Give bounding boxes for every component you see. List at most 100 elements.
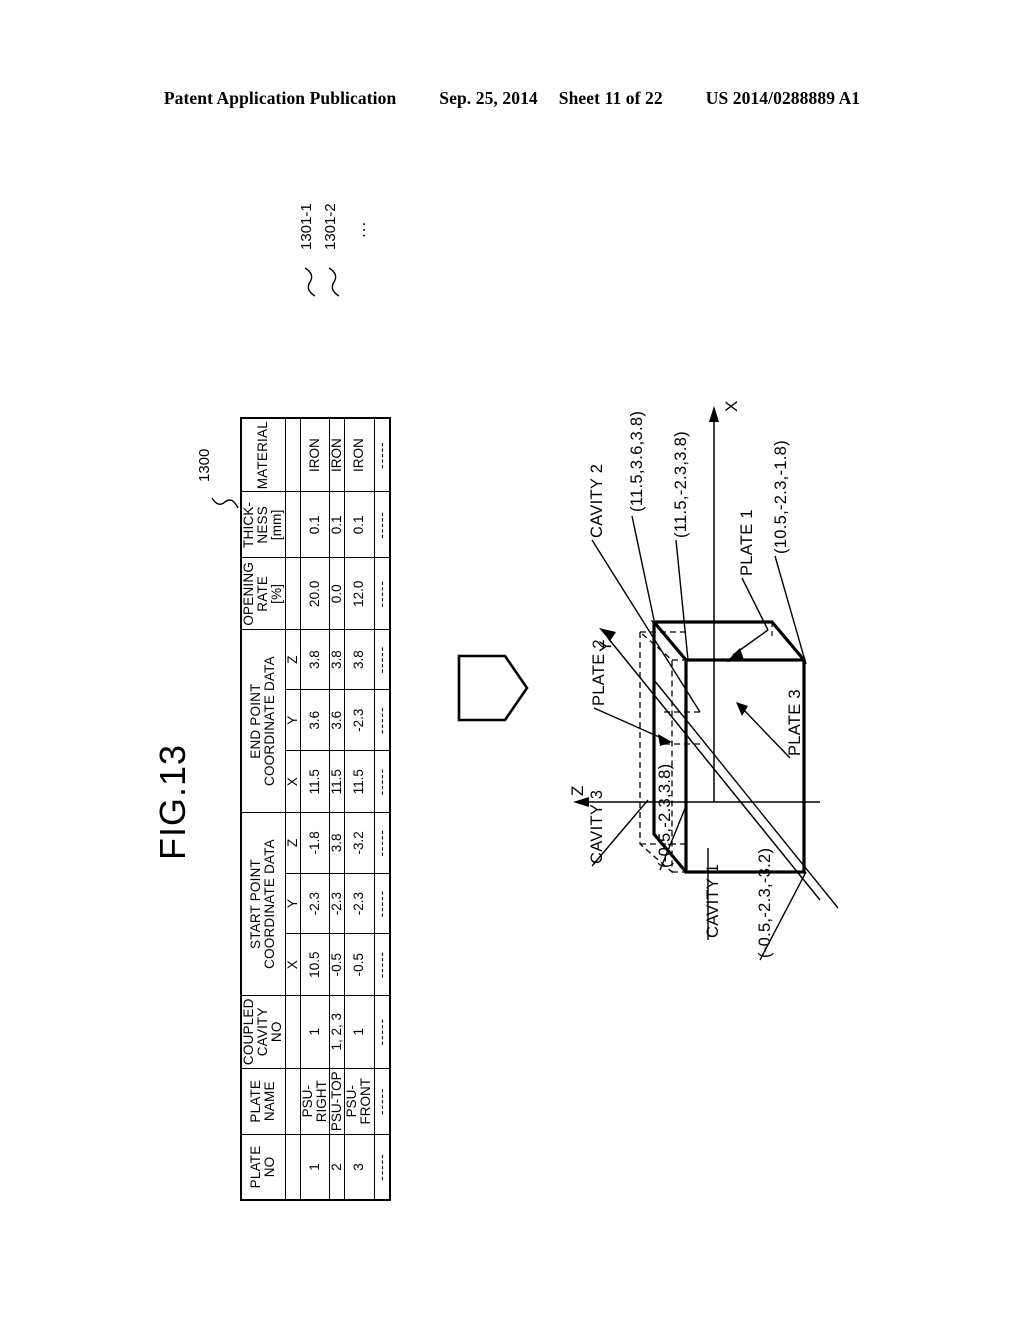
top-face <box>650 620 806 662</box>
cell-opening-rate: 0.0 <box>329 557 345 630</box>
cell-start-y: -2.3 <box>300 873 330 934</box>
cell-thickness: ----- <box>374 491 390 558</box>
subheader-blank-thickness <box>285 491 301 558</box>
table-header-row: PLATE NO PLATE NAME COUPLED CAVITY NO ST… <box>241 418 286 1200</box>
cell-end-z: ----- <box>374 629 390 690</box>
cell-plate-name: PSU-RIGHT <box>300 1068 330 1135</box>
publication-title: Patent Application Publication <box>163 88 397 108</box>
cell-start-y: -2.3 <box>344 873 375 934</box>
cell-plate-no: 2 <box>329 1134 345 1200</box>
leader-plate2 <box>593 707 667 741</box>
plate-label-3: PLATE 3 <box>786 689 804 756</box>
cell-plate-name: PSU-FRONT <box>344 1068 375 1135</box>
table-row[interactable]: 3 PSU-FRONT 1 -0.5 -2.3 -3.2 11.5 -2.3 3… <box>344 418 375 1200</box>
flow-arrow-overlay <box>457 654 529 722</box>
plate1-arrowhead <box>726 648 744 662</box>
cell-coupled-cavity-no: 1 <box>344 995 375 1069</box>
coupled-line2: CAVITY NO <box>255 1007 285 1057</box>
cell-start-x: -0.5 <box>329 933 345 996</box>
publication-date: Sep. 25, 2014 <box>439 88 538 108</box>
cell-start-z: 3.8 <box>329 812 345 874</box>
thickness-line1: THICK- <box>241 501 256 548</box>
end-point-line1: END POINT <box>248 683 264 759</box>
sheet-number: Sheet 11 of 22 <box>558 88 663 108</box>
cell-end-x: ----- <box>374 750 390 813</box>
figure-label: FIG.13 <box>152 743 193 860</box>
cell-end-z: 3.8 <box>300 629 330 690</box>
plate2-arrowhead <box>658 734 672 746</box>
cell-coupled-cavity-no: ----- <box>374 995 390 1069</box>
table-row[interactable]: 2 PSU-TOP 1, 2, 3 -0.5 -2.3 3.8 11.5 3.6… <box>329 418 345 1200</box>
leader-1301-1 <box>304 267 316 297</box>
subheader-blank-opening <box>285 557 301 630</box>
construction-diagonal <box>653 679 839 909</box>
cell-opening-rate: ----- <box>374 557 390 630</box>
opening-line2: RATE <box>255 575 271 612</box>
cell-plate-no: ----- <box>374 1134 390 1200</box>
cell-opening-rate: 20.0 <box>300 557 330 630</box>
cell-plate-no: 3 <box>344 1134 375 1200</box>
subheader-blank-coupled <box>285 995 301 1069</box>
cell-material: IRON <box>344 418 375 492</box>
x-axis-arrowhead <box>709 406 719 422</box>
axis-label-x: X <box>722 400 741 412</box>
reference-numeral-1300: 1300 <box>196 448 213 482</box>
cell-start-y: ----- <box>374 873 390 934</box>
subheader-blank-plate-name <box>285 1068 301 1135</box>
leader-coord-plate1 <box>774 555 807 665</box>
cell-end-y: 3.6 <box>300 689 330 751</box>
col-header-plate-name: PLATE NAME <box>241 1068 286 1135</box>
cell-plate-no: 1 <box>300 1134 330 1200</box>
leader-plate1-b <box>732 629 769 656</box>
cell-end-y: 3.6 <box>329 689 345 751</box>
cell-material: IRON <box>329 418 345 492</box>
cell-start-z: -3.2 <box>344 812 375 874</box>
table-row[interactable]: 1 PSU-RIGHT 1 10.5 -2.3 -1.8 11.5 3.6 3.… <box>300 418 330 1200</box>
cell-start-z: ----- <box>374 812 390 874</box>
three-d-model-diagram <box>573 406 839 961</box>
flow-arrow-icon <box>457 654 529 722</box>
table-subheader-row: X Y Z X Y Z <box>285 418 301 1200</box>
col-header-opening-rate: OPENING RATE [%] <box>241 557 286 630</box>
leader-plate3 <box>741 707 791 759</box>
cell-start-x: -0.5 <box>344 933 375 996</box>
col-header-coupled-cavity-no: COUPLED CAVITY NO <box>241 995 286 1069</box>
opening-line3: [%] <box>269 583 285 604</box>
coupled-line1: COUPLED <box>241 998 256 1066</box>
solid-enclosure-box <box>650 620 806 874</box>
cell-end-x: 11.5 <box>344 750 375 813</box>
cell-plate-name: ----- <box>374 1068 390 1135</box>
col-header-thickness: THICK- NESS [mm] <box>241 491 286 558</box>
axis-label-z: Z <box>568 785 587 796</box>
coordinate-label-left-bottom: (-0.5,-2.3,-3.2) <box>756 847 774 958</box>
col-header-material: MATERIAL <box>241 418 286 492</box>
cell-end-x: 11.5 <box>300 750 330 813</box>
start-point-line1: START POINT <box>248 859 264 949</box>
plate-data-table: PLATE NO PLATE NAME COUPLED CAVITY NO ST… <box>240 417 391 1201</box>
leader-coord-mid-right <box>675 539 689 661</box>
y-axis-line <box>607 637 821 901</box>
cell-opening-rate: 12.0 <box>344 557 375 630</box>
leader-coord-top-right <box>631 515 655 621</box>
cell-material: IRON <box>300 418 330 492</box>
coordinate-label-top-right: (11.5,3.6,3.8) <box>628 410 646 512</box>
reference-numeral-1301-1: 1301-1 <box>298 203 315 250</box>
cell-coupled-cavity-no: 1, 2, 3 <box>329 995 345 1069</box>
subheader-blank-material <box>285 418 301 492</box>
leader-1301-2 <box>328 267 340 297</box>
cavity-label-3: CAVITY 3 <box>588 789 606 864</box>
start-point-line2: COORDINATE DATA <box>262 839 278 969</box>
plate-data-table-container: PLATE NO PLATE NAME COUPLED CAVITY NO ST… <box>240 417 391 1201</box>
coordinate-label-left-top: (-0.5,-2.3,3.8) <box>656 763 674 868</box>
cell-end-y: ----- <box>374 689 390 751</box>
leader-1300 <box>211 497 239 509</box>
plate-label-1: PLATE 1 <box>738 509 756 576</box>
opening-line1: OPENING <box>241 561 256 626</box>
cavity-label-1: CAVITY 1 <box>704 863 722 938</box>
col-header-plate-no: PLATE NO <box>241 1134 286 1200</box>
cell-material: ----- <box>374 418 390 492</box>
table-row-continuation: ----- ----- ----- ----- ----- ----- ----… <box>374 418 390 1200</box>
cell-end-x: 11.5 <box>329 750 345 813</box>
cell-end-z: 3.8 <box>344 629 375 690</box>
plate-name-line2: NAME <box>262 1081 278 1122</box>
